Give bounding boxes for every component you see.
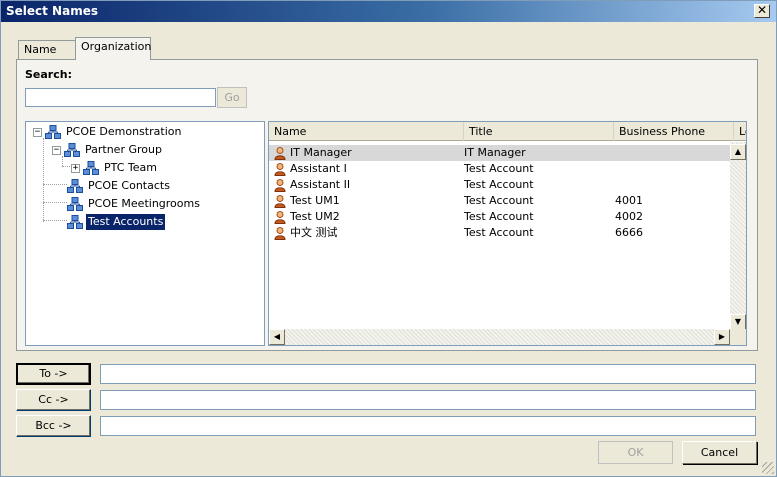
tab-name-list[interactable]: Name List <box>18 40 76 74</box>
contact-name: Assistant I <box>290 162 347 175</box>
contact-phone: 4002 <box>615 210 643 223</box>
contact-title: Test Account <box>464 162 534 175</box>
tree-node-label: Test Accounts <box>86 214 166 230</box>
expand-icon[interactable]: + <box>71 163 80 173</box>
contact-title: Test Account <box>464 194 534 207</box>
tree-node-test-accounts[interactable]: Test Accounts <box>67 214 166 230</box>
title-bar[interactable]: Select Names ✕ <box>1 1 776 22</box>
tree-connector <box>43 184 67 185</box>
list-row-4[interactable]: Test UM2 Test Account 4002 <box>269 209 731 225</box>
column-header-location[interactable]: Lo <box>734 122 746 141</box>
triangle-up-icon: ▲ <box>734 147 742 156</box>
contact-title: Test Account <box>464 226 534 239</box>
org-unit-icon <box>67 197 83 211</box>
scroll-down-button[interactable]: ▼ <box>730 314 746 330</box>
search-input[interactable] <box>25 88 216 107</box>
tree-node-label: PCOE Meetingrooms <box>88 197 200 210</box>
tree-node-ptc-team[interactable]: + PTC Team <box>71 160 159 176</box>
contact-title: Test Account <box>464 210 534 223</box>
contact-title: IT Manager <box>464 146 526 159</box>
tree-connector <box>43 220 67 221</box>
org-unit-icon <box>67 179 83 193</box>
tree-node-pcoe-demonstration[interactable]: − PCOE Demonstration <box>33 124 183 140</box>
org-unit-icon <box>67 215 83 229</box>
list-row-2[interactable]: Assistant II Test Account <box>269 177 731 193</box>
organization-tree[interactable]: − PCOE Demonstration − Partner Group + P… <box>25 121 265 346</box>
contact-title: Test Account <box>464 178 534 191</box>
tab-organization[interactable]: Organization <box>75 37 151 60</box>
person-icon <box>274 146 286 160</box>
contact-name: IT Manager <box>290 146 352 159</box>
person-icon <box>274 226 286 240</box>
tree-connector <box>43 202 67 203</box>
org-unit-icon <box>45 125 61 139</box>
org-unit-icon <box>83 161 99 175</box>
tree-node-partner-group[interactable]: − Partner Group <box>52 142 164 158</box>
window-title: Select Names <box>6 4 98 18</box>
search-label: Search: <box>25 68 72 81</box>
select-names-dialog: Select Names ✕ Name List Organization Se… <box>0 0 777 477</box>
to-field[interactable] <box>100 364 756 384</box>
contact-name: 中文 测试 <box>290 226 338 239</box>
scroll-up-button[interactable]: ▲ <box>730 144 746 160</box>
org-unit-icon <box>64 143 80 157</box>
person-icon <box>274 210 286 224</box>
collapse-icon[interactable]: − <box>52 145 61 155</box>
contact-phone: 4001 <box>615 194 643 207</box>
tree-node-pcoe-meetingrooms[interactable]: PCOE Meetingrooms <box>67 196 202 212</box>
list-row-3[interactable]: Test UM1 Test Account 4001 <box>269 193 731 209</box>
collapse-icon[interactable]: − <box>33 127 42 137</box>
tree-node-pcoe-contacts[interactable]: PCOE Contacts <box>67 178 172 194</box>
scroll-right-button[interactable]: ▶ <box>714 329 730 345</box>
person-icon <box>274 178 286 192</box>
list-row-5[interactable]: 中文 测试 Test Account 6666 <box>269 225 731 241</box>
cancel-button[interactable]: Cancel <box>682 441 757 464</box>
triangle-right-icon: ▶ <box>718 332 726 341</box>
scroll-left-button[interactable]: ◀ <box>269 329 285 345</box>
contact-name: Assistant II <box>290 178 351 191</box>
person-icon <box>274 162 286 176</box>
bcc-button[interactable]: Bcc -> <box>16 415 91 437</box>
tree-node-label: PCOE Demonstration <box>66 125 182 138</box>
list-row-1[interactable]: Assistant I Test Account <box>269 161 731 177</box>
contact-name: Test UM1 <box>290 194 340 207</box>
list-header: Name Title Business Phone Lo <box>269 122 746 141</box>
contact-name: Test UM2 <box>290 210 340 223</box>
tree-node-label: PTC Team <box>104 161 157 174</box>
scrollbar-corner <box>730 329 746 345</box>
person-icon <box>274 194 286 208</box>
to-button[interactable]: To -> <box>16 363 91 385</box>
ok-button[interactable]: OK <box>598 441 673 464</box>
tab-label: Organization <box>81 40 152 53</box>
column-header-name[interactable]: Name <box>269 122 464 141</box>
resize-grip-icon[interactable] <box>762 462 774 474</box>
bcc-field[interactable] <box>100 416 756 436</box>
contacts-list[interactable]: Name Title Business Phone Lo IT Manager … <box>268 121 747 346</box>
horizontal-scrollbar[interactable]: ◀ ▶ <box>269 329 730 345</box>
cc-field[interactable] <box>100 390 756 410</box>
column-header-business-phone[interactable]: Business Phone <box>614 122 734 141</box>
close-icon: ✕ <box>756 3 768 17</box>
tree-connector <box>43 138 44 222</box>
list-row-0[interactable]: IT Manager IT Manager <box>269 145 731 161</box>
triangle-down-icon: ▼ <box>734 317 742 326</box>
close-button[interactable]: ✕ <box>754 4 770 18</box>
contact-phone: 6666 <box>615 226 643 239</box>
tree-node-label: Partner Group <box>85 143 162 156</box>
tree-node-label: PCOE Contacts <box>88 179 170 192</box>
cc-button[interactable]: Cc -> <box>16 389 91 411</box>
go-button[interactable]: Go <box>217 87 247 108</box>
column-header-title[interactable]: Title <box>464 122 614 141</box>
triangle-left-icon: ◀ <box>273 332 281 341</box>
vertical-scrollbar[interactable]: ▲ ▼ <box>730 142 746 332</box>
